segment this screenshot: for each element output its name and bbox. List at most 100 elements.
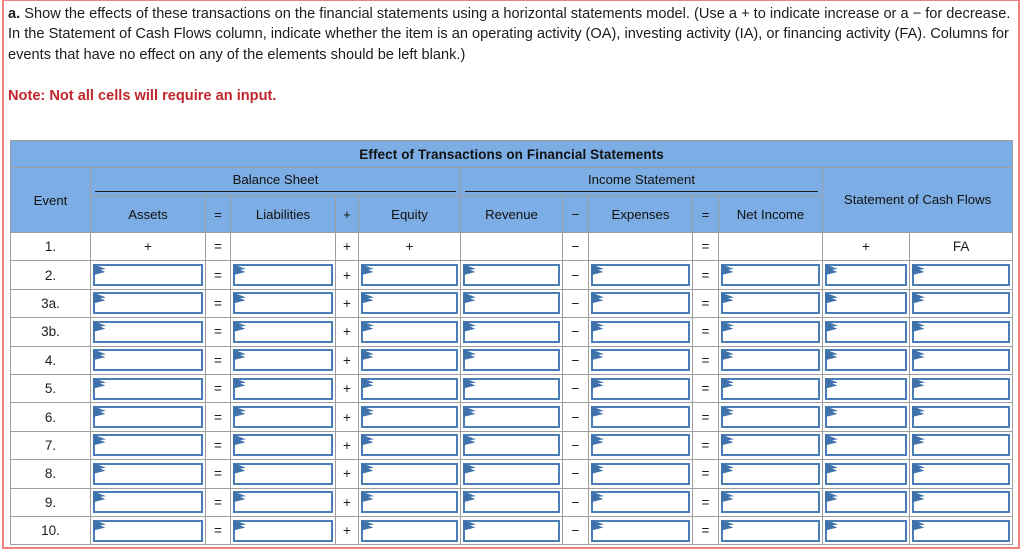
- input-cell-cash-flow-amount[interactable]: [822, 345, 910, 375]
- input-box[interactable]: [721, 519, 820, 542]
- input-cell-revenue[interactable]: [460, 402, 563, 432]
- input-cell-assets[interactable]: [90, 487, 206, 517]
- input-cell-assets[interactable]: [90, 459, 206, 489]
- input-cell-equity[interactable]: [358, 430, 461, 461]
- input-cell-equity[interactable]: [358, 487, 461, 517]
- input-box[interactable]: [93, 491, 203, 514]
- input-cell-cash-flow-amount[interactable]: [822, 317, 910, 347]
- input-box[interactable]: [233, 377, 333, 400]
- input-cell-liabilities[interactable]: [230, 430, 336, 461]
- input-cell-net-income[interactable]: [718, 487, 823, 517]
- input-cell-revenue[interactable]: [460, 373, 563, 404]
- input-cell-expenses[interactable]: [588, 373, 693, 404]
- input-box[interactable]: [825, 491, 907, 514]
- input-cell-cash-flow-amount[interactable]: [822, 430, 910, 461]
- input-cell-expenses[interactable]: [588, 459, 693, 489]
- input-box[interactable]: [233, 264, 333, 287]
- input-box[interactable]: [233, 434, 333, 457]
- input-cell-liabilities[interactable]: [230, 260, 336, 290]
- input-cell-net-income[interactable]: [718, 317, 823, 347]
- input-box[interactable]: [825, 519, 907, 542]
- input-box[interactable]: [825, 434, 907, 457]
- input-box[interactable]: [93, 264, 203, 287]
- input-cell-assets[interactable]: [90, 260, 206, 290]
- input-box[interactable]: [721, 320, 820, 343]
- input-box[interactable]: [912, 264, 1011, 287]
- input-cell-net-income[interactable]: [718, 373, 823, 404]
- input-cell-liabilities[interactable]: [230, 487, 336, 517]
- input-box[interactable]: [93, 377, 203, 400]
- input-cell-expenses[interactable]: [588, 487, 693, 517]
- input-box[interactable]: [361, 292, 458, 315]
- input-box[interactable]: [912, 320, 1011, 343]
- input-cell-liabilities[interactable]: [230, 345, 336, 375]
- input-box[interactable]: [591, 349, 690, 372]
- input-box[interactable]: [825, 320, 907, 343]
- input-box[interactable]: [361, 462, 458, 485]
- input-box[interactable]: [591, 292, 690, 315]
- input-box[interactable]: [93, 519, 203, 542]
- input-cell-expenses[interactable]: [588, 260, 693, 290]
- input-cell-equity[interactable]: [358, 345, 461, 375]
- input-cell-revenue[interactable]: [460, 430, 563, 461]
- input-cell-assets[interactable]: [90, 373, 206, 404]
- input-box[interactable]: [591, 264, 690, 287]
- input-box[interactable]: [721, 434, 820, 457]
- input-box[interactable]: [721, 349, 820, 372]
- input-box[interactable]: [463, 491, 560, 514]
- input-cell-equity[interactable]: [358, 515, 461, 546]
- input-cell-expenses[interactable]: [588, 345, 693, 375]
- input-cell-assets[interactable]: [90, 430, 206, 461]
- input-box[interactable]: [912, 349, 1011, 372]
- input-cell-revenue[interactable]: [460, 345, 563, 375]
- input-cell-equity[interactable]: [358, 260, 461, 290]
- input-cell-equity[interactable]: [358, 402, 461, 432]
- input-cell-net-income[interactable]: [718, 515, 823, 546]
- input-cell-cash-flow-amount[interactable]: [822, 260, 910, 290]
- input-cell-equity[interactable]: [358, 317, 461, 347]
- input-box[interactable]: [825, 406, 907, 429]
- input-cell-revenue[interactable]: [460, 515, 563, 546]
- input-cell-cash-flow-activity[interactable]: [908, 260, 1014, 290]
- input-box[interactable]: [591, 519, 690, 542]
- input-box[interactable]: [463, 292, 560, 315]
- input-box[interactable]: [721, 462, 820, 485]
- input-box[interactable]: [912, 491, 1011, 514]
- input-box[interactable]: [912, 406, 1011, 429]
- input-box[interactable]: [361, 320, 458, 343]
- input-box[interactable]: [233, 406, 333, 429]
- input-cell-cash-flow-activity[interactable]: [908, 373, 1014, 404]
- input-box[interactable]: [463, 377, 560, 400]
- input-cell-liabilities[interactable]: [230, 288, 336, 319]
- input-box[interactable]: [463, 264, 560, 287]
- input-box[interactable]: [233, 462, 333, 485]
- input-box[interactable]: [721, 491, 820, 514]
- input-box[interactable]: [361, 264, 458, 287]
- input-cell-net-income[interactable]: [718, 402, 823, 432]
- input-cell-assets[interactable]: [90, 317, 206, 347]
- input-cell-cash-flow-amount[interactable]: [822, 459, 910, 489]
- input-cell-cash-flow-activity[interactable]: [908, 317, 1014, 347]
- input-box[interactable]: [825, 292, 907, 315]
- input-box[interactable]: [591, 377, 690, 400]
- input-box[interactable]: [93, 462, 203, 485]
- input-box[interactable]: [361, 491, 458, 514]
- input-cell-liabilities[interactable]: [230, 459, 336, 489]
- input-box[interactable]: [825, 264, 907, 287]
- input-cell-cash-flow-activity[interactable]: [908, 430, 1014, 461]
- input-cell-net-income[interactable]: [718, 459, 823, 489]
- input-cell-cash-flow-amount[interactable]: [822, 515, 910, 546]
- input-cell-assets[interactable]: [90, 402, 206, 432]
- input-box[interactable]: [591, 462, 690, 485]
- input-box[interactable]: [721, 264, 820, 287]
- input-box[interactable]: [912, 434, 1011, 457]
- input-cell-cash-flow-amount[interactable]: [822, 402, 910, 432]
- input-box[interactable]: [233, 519, 333, 542]
- input-box[interactable]: [721, 377, 820, 400]
- input-box[interactable]: [912, 519, 1011, 542]
- input-cell-liabilities[interactable]: [230, 515, 336, 546]
- input-cell-net-income[interactable]: [718, 345, 823, 375]
- input-cell-assets[interactable]: [90, 288, 206, 319]
- input-cell-liabilities[interactable]: [230, 317, 336, 347]
- input-box[interactable]: [463, 434, 560, 457]
